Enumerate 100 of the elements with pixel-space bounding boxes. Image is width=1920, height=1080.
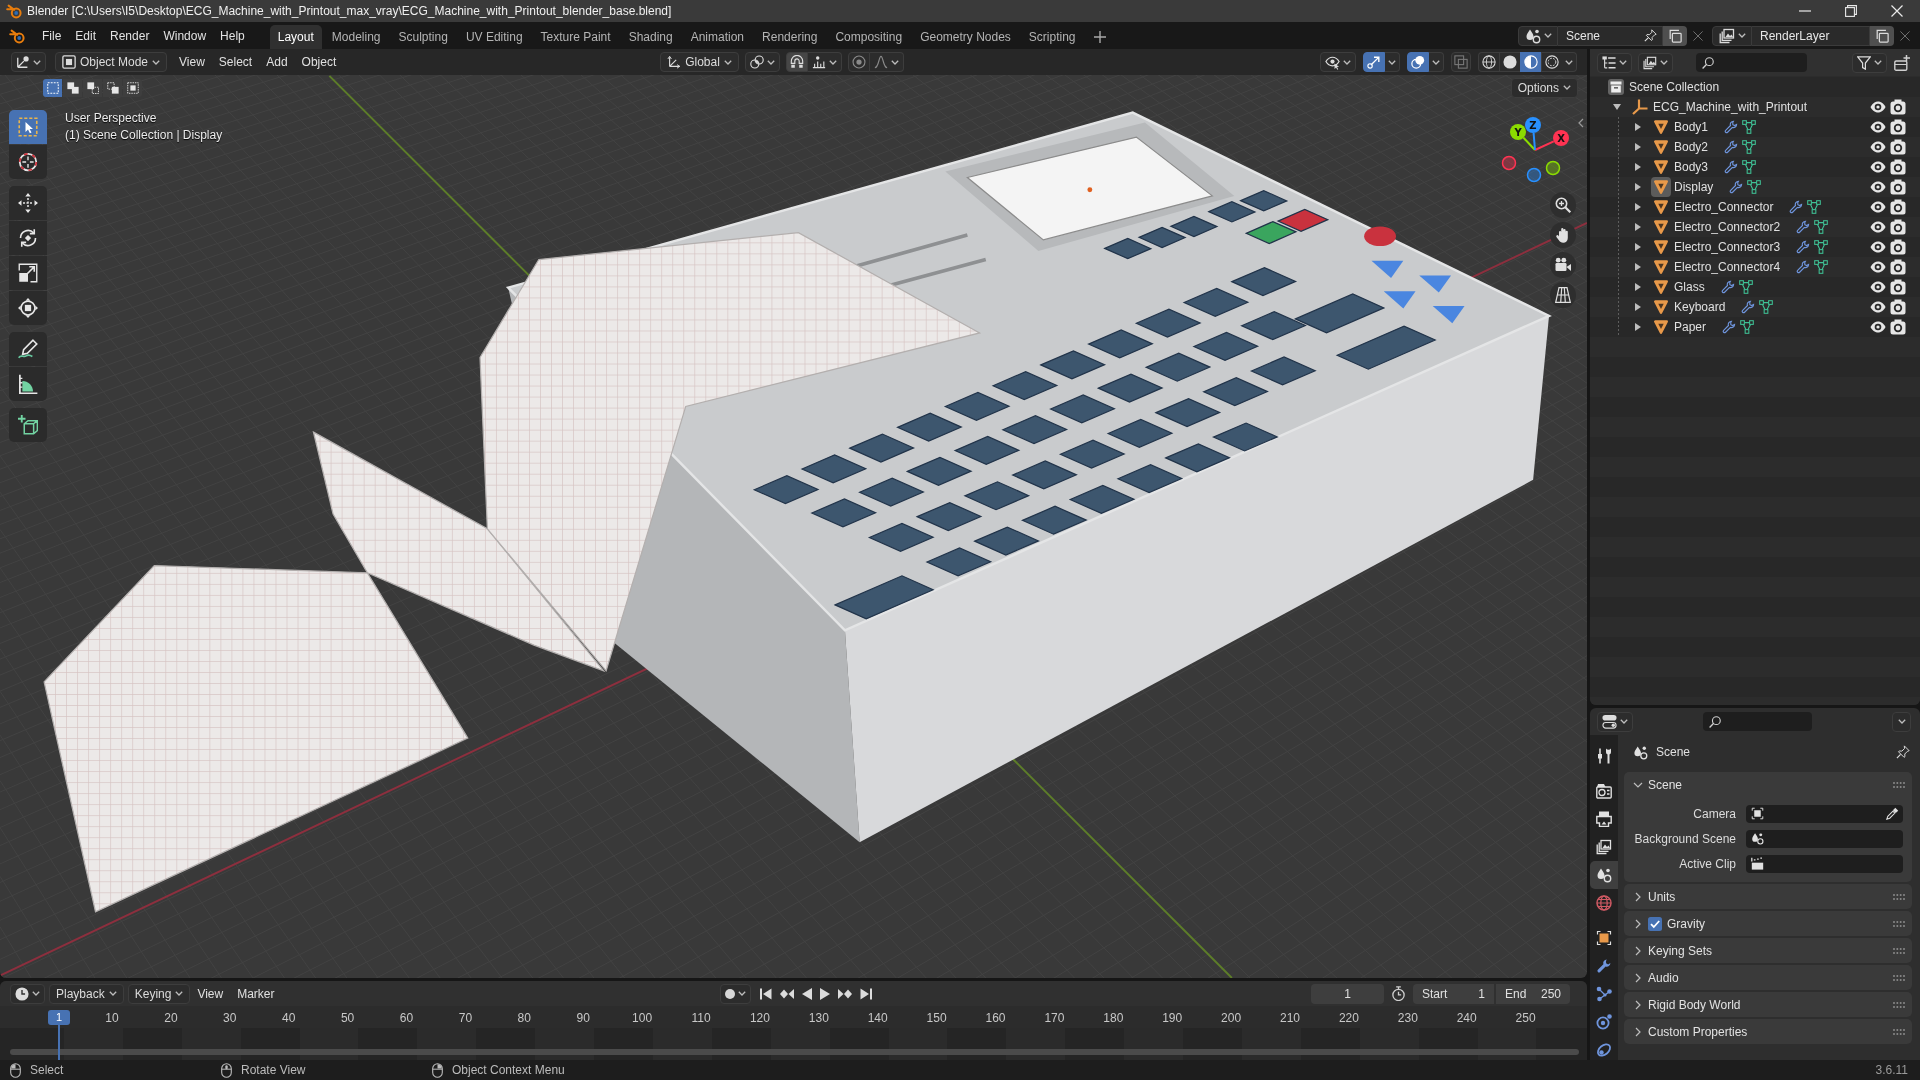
triangle-icon[interactable] — [1653, 279, 1669, 295]
workspace-tab[interactable]: Shading — [620, 25, 681, 49]
zoom-icon[interactable] — [1550, 192, 1576, 218]
menu-item[interactable]: View — [190, 983, 231, 1004]
triangle-vertices-icon[interactable] — [1742, 140, 1757, 154]
overlays-dropdown[interactable] — [1429, 52, 1444, 72]
play-icon[interactable] — [820, 987, 831, 1000]
new-view-layer-button[interactable] — [1870, 25, 1894, 46]
triangle-icon[interactable] — [1653, 299, 1669, 315]
hand-icon[interactable] — [1550, 222, 1576, 248]
gizmo-axis-handle[interactable]: X — [1534, 130, 1569, 151]
gizmo-negative-axis-handle[interactable] — [1545, 160, 1561, 176]
play-reverse-icon[interactable] — [802, 987, 813, 1000]
scale-tool[interactable] — [9, 256, 47, 290]
skip-forward-icon[interactable] — [860, 987, 873, 1000]
eye-icon[interactable] — [1870, 181, 1886, 193]
panel-header[interactable]: Gravity — [1624, 911, 1912, 936]
triangle-vertices-icon[interactable] — [1740, 320, 1755, 334]
camera-icon[interactable] — [1890, 299, 1906, 315]
wrench-icon[interactable] — [1722, 320, 1737, 334]
workspace-tab[interactable]: Scripting — [1020, 25, 1084, 49]
panel-header[interactable]: Scene — [1624, 772, 1912, 797]
camera-icon[interactable] — [1890, 159, 1906, 175]
editor-type-button[interactable] — [11, 52, 46, 72]
wrench-icon[interactable] — [1796, 260, 1811, 274]
start-frame-field[interactable]: Start 1 — [1413, 983, 1494, 1004]
eye-icon[interactable] — [1870, 141, 1886, 153]
drag-handle-icon[interactable] — [1893, 974, 1905, 981]
measure-tool[interactable] — [9, 367, 47, 401]
wrench-icon[interactable] — [1724, 160, 1739, 174]
object-name[interactable]: ECG_Machine_with_Printout — [1653, 100, 1808, 114]
move-tool[interactable] — [9, 186, 47, 220]
wrench-icon[interactable] — [1720, 280, 1735, 294]
workspace-tab[interactable]: Layout — [269, 25, 322, 49]
add-cube-tool[interactable] — [9, 408, 47, 442]
triangle-vertices-icon[interactable] — [1759, 300, 1774, 314]
mode-dropdown[interactable]: Object Mode — [55, 52, 168, 72]
menu-item[interactable]: Help — [213, 25, 252, 46]
next-keyframe-icon[interactable] — [838, 987, 853, 1000]
disclosure-triangle-icon[interactable] — [1635, 223, 1641, 231]
menu-item[interactable]: Select — [211, 52, 260, 72]
drag-handle-icon[interactable] — [1893, 1028, 1905, 1035]
object-name[interactable]: Body1 — [1674, 120, 1709, 134]
menu-item[interactable]: Window — [156, 25, 214, 46]
shading-mode-button[interactable] — [1520, 52, 1541, 72]
disclosure-triangle-icon[interactable] — [1635, 163, 1641, 171]
gizmo-dropdown[interactable] — [1385, 52, 1400, 72]
menu-item[interactable]: Marker — [230, 983, 282, 1004]
xray-toggle[interactable] — [1451, 52, 1471, 72]
triangle-icon[interactable] — [1653, 219, 1669, 235]
transform-tool[interactable] — [9, 291, 47, 325]
workspace-tab[interactable]: Sculpting — [390, 25, 456, 49]
menu-item[interactable]: File — [35, 25, 69, 46]
drag-handle-icon[interactable] — [1893, 947, 1905, 954]
disclosure-triangle-icon[interactable] — [1635, 323, 1641, 331]
background-scene-field[interactable] — [1746, 829, 1903, 848]
gizmo-axis-handle[interactable]: Z — [1525, 117, 1541, 151]
workspace-tab[interactable]: Modeling — [323, 25, 389, 49]
overlays-toggle[interactable] — [1407, 52, 1429, 72]
camera-icon[interactable] — [1890, 99, 1906, 115]
triangle-icon[interactable] — [1653, 319, 1669, 335]
camera-icon[interactable] — [1890, 239, 1906, 255]
wrench-icon[interactable] — [1724, 120, 1739, 134]
add-icon[interactable] — [1093, 31, 1106, 43]
editor-type-button[interactable] — [1597, 711, 1633, 732]
wrench-icon[interactable] — [1729, 180, 1744, 194]
editor-type-button[interactable] — [10, 983, 45, 1004]
grid-icon[interactable] — [1550, 282, 1576, 308]
triangle-vertices-icon[interactable] — [1814, 220, 1829, 234]
triangle-icon[interactable] — [1653, 239, 1669, 255]
object-name[interactable]: Display — [1674, 180, 1714, 194]
eye-icon[interactable] — [1870, 201, 1886, 213]
display-mode-dropdown[interactable] — [1638, 52, 1673, 73]
camera-icon[interactable] — [1890, 179, 1906, 195]
shading-mode-button[interactable] — [1499, 52, 1520, 72]
triangle-icon[interactable] — [1651, 177, 1671, 197]
camera-icon[interactable] — [1890, 259, 1906, 275]
triangle-vertices-icon[interactable] — [1738, 280, 1753, 294]
camera-icon[interactable] — [1890, 319, 1906, 335]
eye-icon[interactable] — [1870, 121, 1886, 133]
workspace-tab[interactable]: Texture Paint — [532, 25, 619, 49]
eyedropper-icon[interactable] — [1886, 807, 1899, 820]
pin-icon[interactable] — [1644, 29, 1657, 42]
camera-icon[interactable] — [1890, 199, 1906, 215]
orientation-dropdown[interactable]: Global — [660, 52, 739, 72]
selection-mode-button[interactable] — [43, 78, 62, 97]
object-name[interactable]: Electro_Connector — [1674, 200, 1774, 214]
drag-handle-icon[interactable] — [1893, 781, 1905, 788]
dropdown-button[interactable] — [1892, 711, 1911, 732]
scene-name-field[interactable]: Scene — [1558, 25, 1663, 46]
pivot-dropdown[interactable] — [744, 52, 780, 72]
checkbox[interactable] — [1648, 916, 1662, 931]
selection-mode-button[interactable] — [63, 78, 82, 97]
triangle-vertices-icon[interactable] — [1742, 120, 1757, 134]
axes-icon[interactable] — [1632, 99, 1648, 115]
eye-icon[interactable] — [1870, 301, 1886, 313]
disclosure-triangle-icon[interactable] — [1635, 143, 1641, 151]
search-field[interactable] — [1696, 53, 1807, 72]
eye-icon[interactable] — [1870, 261, 1886, 273]
workspace-tab[interactable]: Compositing — [827, 25, 911, 49]
